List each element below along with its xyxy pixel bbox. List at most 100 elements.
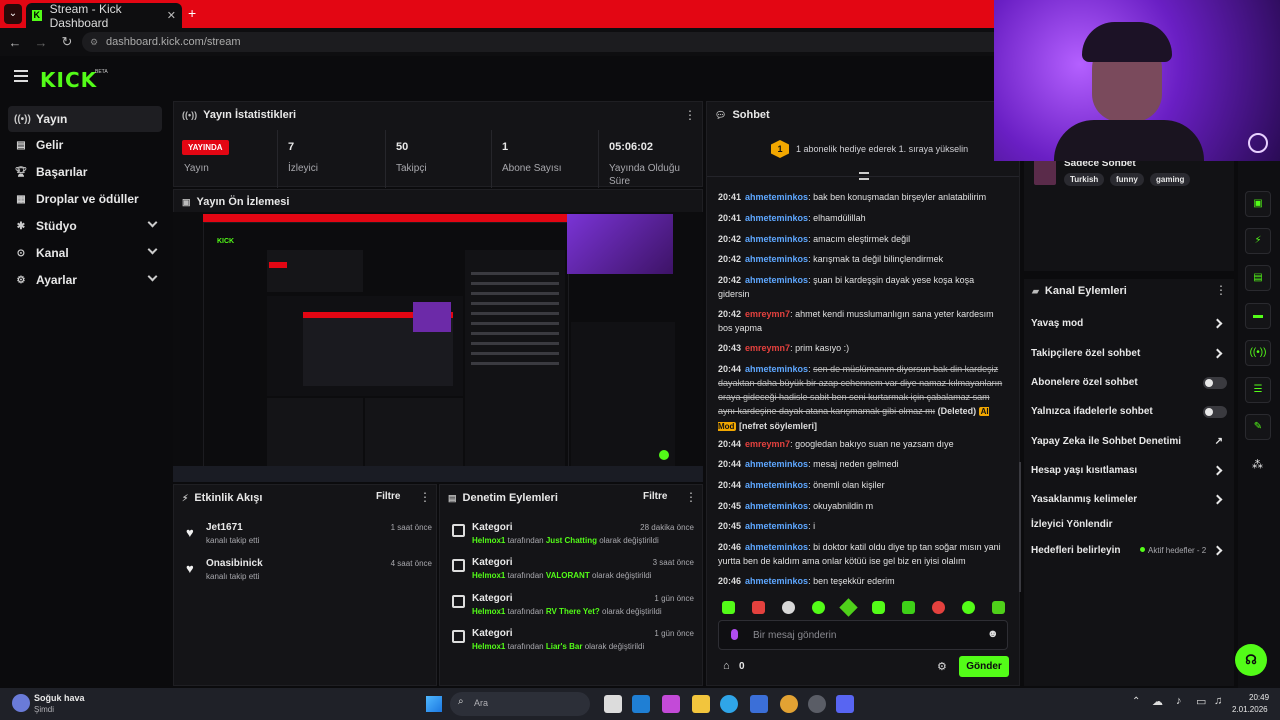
weather-icon[interactable]	[12, 694, 30, 712]
sidebar-item-channel[interactable]: ⊙ Kanal	[8, 240, 162, 266]
tab-search-button[interactable]: ⌄	[4, 4, 22, 24]
points-icon[interactable]: ⌂	[723, 660, 730, 672]
emote-icon[interactable]	[839, 598, 858, 617]
discord-icon[interactable]	[836, 695, 854, 713]
activity-menu-icon[interactable]	[419, 490, 431, 506]
preview-panel-header: ▣ Yayın Ön İzlemesi	[173, 189, 703, 213]
category-thumbnail[interactable]	[1034, 159, 1056, 185]
chat-message: 20:44 ahmeteminkos: mesaj neden gelmedi	[718, 459, 899, 469]
sidebar-item-settings[interactable]: ⚙ Ayarlar	[8, 267, 162, 293]
moderation-menu-icon[interactable]	[685, 490, 697, 506]
tag-chip[interactable]: funny	[1110, 173, 1144, 186]
emote-icon[interactable]	[962, 601, 975, 614]
weather-title[interactable]: Soğuk hava	[34, 693, 85, 703]
setting-slow-mode[interactable]: Yavaş mod	[1031, 318, 1227, 338]
store-icon[interactable]	[750, 695, 768, 713]
activity-filter-button[interactable]: Filtre	[376, 491, 400, 502]
network-icon[interactable]: ▭	[1196, 695, 1206, 708]
tab-close-icon[interactable]: ✕	[167, 9, 176, 22]
sidebar-item-broadcast[interactable]: ((•)) Yayın	[8, 106, 162, 132]
stream-preview[interactable]: KICK	[173, 212, 703, 482]
emote-icon[interactable]	[902, 601, 915, 614]
notes-icon[interactable]: ▤	[1245, 265, 1271, 291]
stat-value: 50	[396, 141, 409, 153]
stat-label: Yayın	[184, 163, 209, 174]
sidebar-item-drops[interactable]: ▦ Droplar ve ödüller	[8, 186, 162, 212]
taskbar-search[interactable]: ⌕ Ara	[450, 692, 590, 716]
emote-only-toggle[interactable]	[1203, 406, 1227, 418]
emote-icon[interactable]	[722, 601, 735, 614]
stat-label: Takipçi	[396, 163, 427, 174]
stat-value: 7	[288, 141, 295, 153]
emote-icon[interactable]	[812, 601, 825, 614]
channel-icon: ⊙	[16, 247, 26, 259]
list-item: Kategori Helmox1 tarafından VALORANT ola…	[448, 556, 694, 590]
tag-chip[interactable]: Turkish	[1064, 173, 1105, 186]
cloud-icon[interactable]: ☁	[1152, 695, 1163, 708]
chat-message: 20:42 ahmeteminkos: şuan bi kardeşşin day…	[718, 275, 975, 299]
setting-goals[interactable]: Hedefleri belirleyin Aktif hedefler - 2	[1031, 545, 1227, 565]
chat-input[interactable]: Bir mesaj gönderin ☻	[718, 620, 1008, 650]
streamer-hair	[1082, 22, 1172, 62]
gift-leaderboard-text[interactable]: 1 abonelik hediye ederek 1. sıraya yükse…	[796, 144, 968, 154]
edge-icon[interactable]	[720, 695, 738, 713]
streamer-shoulders	[1054, 120, 1204, 161]
category-icon	[452, 630, 465, 643]
sidebar-item-label: Kanal	[36, 246, 69, 260]
preview-help-dot	[659, 450, 669, 460]
microphone-tray-icon[interactable]: ♪	[1176, 695, 1182, 707]
back-icon[interactable]: ←	[4, 35, 26, 50]
file-explorer-icon[interactable]	[692, 695, 710, 713]
setting-ai-moderation[interactable]: Yapay Zeka ile Sohbet Denetimi ↗	[1031, 436, 1227, 456]
setting-banned-words[interactable]: Yasaklanmış kelimeler	[1031, 494, 1227, 514]
kick-logo[interactable]: KICK	[40, 68, 97, 92]
more-tools-icon[interactable]: ⁂	[1252, 458, 1263, 471]
emote-icon[interactable]	[872, 601, 885, 614]
chat-settings-icon[interactable]: ⚙	[937, 660, 947, 673]
emoji-icon[interactable]: ☻	[987, 628, 999, 640]
reload-icon[interactable]: ↻	[56, 34, 78, 50]
forward-icon[interactable]: →	[30, 35, 52, 50]
emote-icon[interactable]	[992, 601, 1005, 614]
obs-icon[interactable]	[808, 695, 826, 713]
broadcast-icon[interactable]: ((•))	[1245, 340, 1271, 366]
subscribers-only-toggle[interactable]	[1203, 377, 1227, 389]
browser-tab[interactable]: K Stream - Kick Dashboard ✕	[26, 2, 182, 30]
channel-actions-menu-icon[interactable]	[1215, 283, 1227, 299]
copilot-icon[interactable]	[662, 695, 680, 713]
emote-icon[interactable]	[752, 601, 765, 614]
sidebar-item-achievements[interactable]: 🏆︎ Başarılar	[8, 159, 162, 185]
emote-icon[interactable]	[932, 601, 945, 614]
setting-account-age[interactable]: Hesap yaşı kısıtlaması	[1031, 465, 1227, 485]
wrench-icon[interactable]: ✎	[1245, 414, 1271, 440]
new-tab-button[interactable]: +	[188, 5, 196, 21]
channel-actions-title: ▰ Kanal Eylemleri	[1032, 285, 1127, 297]
tag-chip[interactable]: gaming	[1150, 173, 1191, 186]
windows-start-icon[interactable]	[426, 696, 442, 712]
clock-date[interactable]: 2.01.2026	[1232, 705, 1268, 714]
stat-subs: 1 Abone Sayısı	[492, 130, 599, 188]
layout-icon[interactable]: ☰	[1245, 377, 1271, 403]
volume-icon[interactable]: ♫	[1214, 695, 1222, 707]
sidebar-item-revenue[interactable]: ▤ Gelir	[8, 132, 162, 158]
help-headset-icon[interactable]: ☊	[1235, 644, 1267, 676]
moderation-filter-button[interactable]: Filtre	[643, 491, 667, 502]
microphone-icon[interactable]	[731, 629, 738, 640]
send-button[interactable]: Gönder	[959, 656, 1009, 677]
lightning-icon[interactable]: ⚡︎	[1245, 228, 1271, 254]
setting-raid[interactable]: İzleyici Yönlendir	[1031, 519, 1227, 539]
menu-icon[interactable]	[14, 70, 28, 82]
emote-icon[interactable]	[782, 601, 795, 614]
task-view-icon[interactable]	[604, 695, 622, 713]
chrome-icon[interactable]	[780, 695, 798, 713]
sidebar-item-studio[interactable]: ✱ Stüdyo	[8, 213, 162, 239]
clock-time[interactable]: 20:49	[1249, 693, 1269, 702]
chat-icon[interactable]: ▬	[1245, 303, 1271, 329]
outlook-icon[interactable]	[632, 695, 650, 713]
clip-icon[interactable]: ▣	[1245, 191, 1271, 217]
stats-menu-icon[interactable]	[684, 108, 696, 124]
setting-followers-only[interactable]: Takipçilere özel sohbet	[1031, 348, 1227, 368]
chat-scrollbar[interactable]	[1019, 462, 1021, 592]
site-info-icon[interactable]: ⚙	[90, 32, 98, 52]
chevron-up-icon[interactable]: ⌃	[1132, 696, 1140, 707]
